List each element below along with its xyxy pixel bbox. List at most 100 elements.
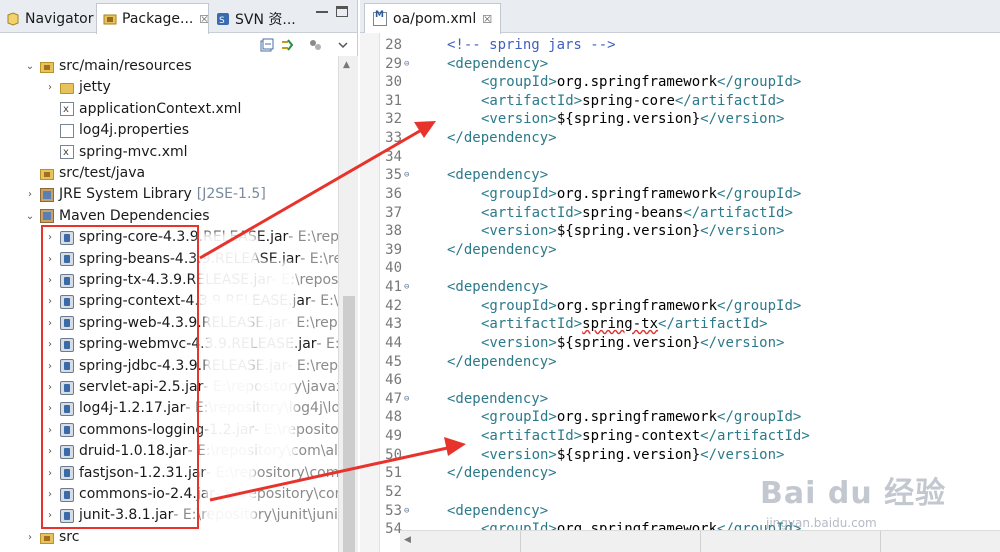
fold-toggle-icon[interactable]: ⊖ [404, 502, 409, 521]
scroll-thumb[interactable] [343, 296, 355, 552]
scroll-up-icon[interactable]: ▲ [343, 60, 350, 70]
collapsed-chevron-icon[interactable]: › [44, 227, 56, 248]
collapsed-chevron-icon[interactable]: › [44, 420, 56, 441]
tree-item[interactable]: ›servlet-api-2.5.jar - E:\repository\jav… [44, 377, 344, 398]
tree-item[interactable]: › JRE System Library [J2SE-1.5] [24, 184, 266, 205]
view-menu-icon[interactable] [336, 38, 350, 52]
collapsed-chevron-icon[interactable]: › [44, 356, 56, 377]
tree-item[interactable]: applicationContext.xml [44, 99, 241, 120]
tree-item[interactable]: ›log4j-1.2.17.jar - E:\repository\log4j\… [44, 398, 340, 419]
code-line[interactable]: 41 ⊖ <dependency> [380, 278, 1000, 297]
tree-item[interactable]: log4j.properties [44, 120, 189, 141]
collapsed-chevron-icon[interactable]: › [44, 463, 56, 484]
code-line[interactable]: 30 <groupId>org.springframework</groupId> [380, 73, 1000, 92]
tree-item[interactable]: › spring-core-4.3.9.RELEASE.jar - E:\repo [44, 227, 348, 248]
tree-item-suffix: - E:\repository\junit\junit [173, 507, 344, 524]
minimize-icon[interactable] [316, 10, 328, 13]
tree-item[interactable]: › spring-web-4.3.9.RELEASE.jar - E:\repo [44, 313, 346, 334]
code-line[interactable]: 40 [380, 259, 1000, 278]
fold-toggle-icon[interactable]: ⊖ [404, 166, 409, 185]
tree-item[interactable]: › jetty [44, 77, 111, 98]
collapse-all-icon[interactable] [260, 38, 274, 52]
collapsed-chevron-icon[interactable]: › [44, 398, 56, 419]
code-line[interactable]: 28 <!-- spring jars --> [380, 36, 1000, 55]
tab-navigator[interactable]: Navigator [0, 4, 96, 33]
collapsed-chevron-icon[interactable]: › [44, 334, 56, 355]
line-number: 42 [385, 297, 402, 314]
fold-toggle-icon[interactable]: ⊖ [404, 390, 409, 409]
tree-item-label: junit-3.8.1.jar [79, 507, 174, 524]
focus-icon[interactable] [308, 38, 322, 52]
line-number: 33 [385, 130, 402, 147]
code-line[interactable]: 49 <artifactId>spring-context</artifactId… [380, 427, 1000, 446]
tree-item[interactable]: src/test/java [24, 163, 145, 184]
tree-item[interactable]: › commons-io-2.4.jar - E:\repository\com [44, 484, 348, 505]
code-line[interactable]: 29 ⊖ <dependency> [380, 55, 1000, 74]
collapsed-chevron-icon[interactable]: › [24, 184, 36, 205]
svn-icon: S [216, 12, 230, 26]
collapsed-chevron-icon[interactable]: › [44, 505, 56, 526]
tree-item[interactable]: › src [24, 527, 79, 548]
line-number: 48 [385, 409, 402, 426]
scroll-left-icon[interactable]: ◀ [404, 535, 411, 545]
code-line[interactable]: 33 </dependency> [380, 129, 1000, 148]
code-line[interactable]: 34 [380, 148, 1000, 167]
xml-tag: <dependency> [447, 167, 549, 184]
collapsed-chevron-icon[interactable]: › [44, 484, 56, 505]
code-line[interactable]: 45 </dependency> [380, 353, 1000, 372]
tree-item-label: Maven Dependencies [59, 207, 210, 224]
tree-item[interactable]: › spring-tx-4.3.9.RELEASE.jar - E:\reposi… [44, 270, 348, 291]
close-icon[interactable]: ☒ [199, 13, 208, 26]
code-line[interactable]: 38 <version>${spring.version}</version> [380, 222, 1000, 241]
tree-vertical-scrollbar[interactable]: ▲ [338, 56, 358, 552]
close-icon[interactable]: ☒ [482, 13, 492, 26]
tree-item[interactable]: › spring-jdbc-4.3.9.RELEASE.jar - E:\repo [44, 356, 347, 377]
code-line[interactable]: 35 ⊖ <dependency> [380, 166, 1000, 185]
maximize-icon[interactable] [336, 6, 348, 17]
properties-file-icon [60, 123, 74, 138]
tree-item[interactable]: ›druid-1.0.18.jar - E:\repository\com\al… [44, 441, 342, 462]
code-line[interactable]: 32 <version>${spring.version}</version> [380, 110, 1000, 129]
tree-item[interactable]: spring-mvc.xml [44, 142, 188, 163]
tree-item[interactable]: › fastjson-1.2.31.jar - E:\repository\com [44, 463, 339, 484]
code-line[interactable]: 46 [380, 371, 1000, 390]
collapsed-chevron-icon[interactable]: › [44, 313, 56, 334]
code-line[interactable]: 39 </dependency> [380, 241, 1000, 260]
tab-pom-xml[interactable]: oa/pom.xml ☒ [364, 3, 502, 34]
svg-text:S: S [219, 16, 225, 26]
code-line[interactable]: 31 <artifactId>spring-core</artifactId> [380, 92, 1000, 111]
xml-tag: <groupId> [481, 409, 557, 426]
code-line[interactable]: 43 <artifactId>spring-tx</artifactId> [380, 315, 1000, 334]
collapsed-chevron-icon[interactable]: › [44, 441, 56, 462]
code-line[interactable]: 48 <groupId>org.springframework</groupId> [380, 408, 1000, 427]
line-number: 41 [385, 279, 402, 296]
tree-item-label: src [59, 528, 80, 545]
collapsed-chevron-icon[interactable]: › [44, 270, 56, 291]
tab-package-explorer[interactable]: Package... ☒ [96, 3, 209, 34]
collapsed-chevron-icon[interactable]: › [24, 527, 36, 548]
code-line[interactable]: 37 <artifactId>spring-beans</artifactId> [380, 204, 1000, 223]
tree-item-label: servlet-api-2.5.jar [79, 379, 204, 395]
tree-item[interactable]: ⌄ src/main/resources [24, 56, 192, 77]
xml-tag: <artifactId> [481, 316, 583, 333]
link-with-editor-icon[interactable] [280, 38, 294, 52]
tree-item[interactable]: ⌄ Maven Dependencies [24, 206, 210, 227]
tree-item[interactable]: › spring-webmvc-4.3.9.RELEASE.jar - E:\r [44, 334, 350, 355]
code-line[interactable]: 47 ⊖ <dependency> [380, 390, 1000, 409]
code-line[interactable]: 42 <groupId>org.springframework</groupId> [380, 297, 1000, 316]
collapsed-chevron-icon[interactable]: › [44, 377, 56, 398]
code-line[interactable]: 44 <version>${spring.version}</version> [380, 334, 1000, 353]
collapsed-chevron-icon[interactable]: › [44, 249, 56, 270]
expanded-chevron-icon[interactable]: ⌄ [24, 56, 36, 77]
code-text: <version>${spring.version}</version> [481, 334, 784, 353]
tree-item-label: applicationContext.xml [79, 100, 242, 117]
code-line[interactable]: 36 <groupId>org.springframework</groupId> [380, 185, 1000, 204]
tab-svn[interactable]: S SVN 资... [210, 4, 302, 33]
line-number: 32 [385, 111, 402, 128]
collapsed-chevron-icon[interactable]: › [44, 291, 56, 312]
tree-item[interactable]: › junit-3.8.1.jar - E:\repository\junit\j… [44, 505, 343, 526]
fold-toggle-icon[interactable]: ⊖ [404, 278, 409, 297]
collapsed-chevron-icon[interactable]: › [44, 77, 56, 98]
fold-toggle-icon[interactable]: ⊖ [404, 55, 409, 74]
expanded-chevron-icon[interactable]: ⌄ [24, 206, 36, 227]
